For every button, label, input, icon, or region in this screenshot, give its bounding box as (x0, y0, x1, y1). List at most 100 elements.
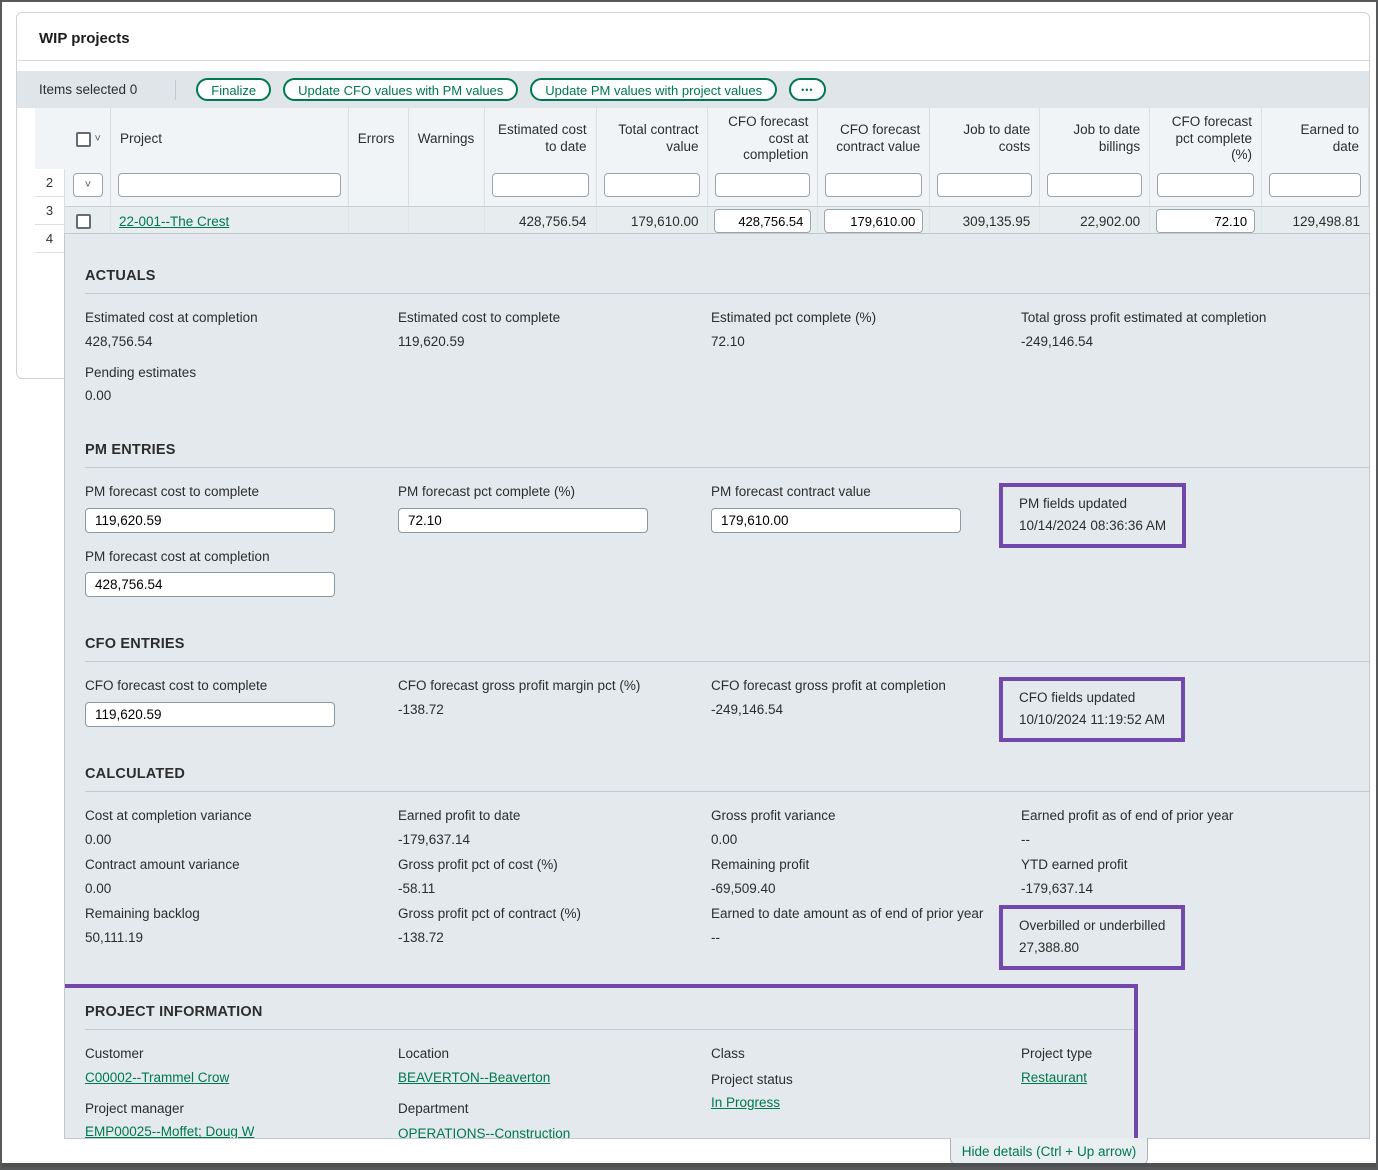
toolbar-divider (175, 80, 176, 100)
field-project-status: Project status In Progress (711, 1071, 1021, 1111)
cfo-cost-to-complete-input[interactable] (85, 702, 335, 727)
warnings-cell (409, 207, 485, 235)
more-actions-button[interactable]: ••• (789, 78, 825, 101)
section-actuals: ACTUALS Estimated cost at completion 428… (85, 234, 1369, 418)
section-title: PROJECT INFORMATION (85, 988, 1134, 1029)
customer-link[interactable]: C00002--Trammel Crow (85, 1070, 229, 1085)
location-link[interactable]: BEAVERTON--Beaverton (398, 1070, 550, 1085)
update-cfo-values-button[interactable]: Update CFO values with PM values (283, 78, 518, 101)
col-header-cfo-contract-value: CFO forecast contract value (818, 108, 930, 206)
update-pm-values-button[interactable]: Update PM values with project values (530, 78, 777, 101)
field-customer: Customer C00002--Trammel Crow (85, 1045, 398, 1085)
overbilled-underbilled-box: Overbilled or underbilled 27,388.80 (999, 905, 1185, 970)
section-title: CFO ENTRIES (85, 612, 1369, 661)
wip-projects-page: WIP projects Items selected 0 Finalize U… (0, 0, 1378, 1170)
filter-total-contract-input[interactable] (604, 173, 701, 197)
filter-project-input[interactable] (118, 173, 341, 197)
row-number: 4 (35, 225, 65, 253)
items-selected-label: Items selected 0 (39, 82, 137, 97)
cfo-cost-at-completion-input[interactable] (714, 209, 811, 233)
pm-fields-updated-value: 10/14/2024 08:36:36 AM (1019, 518, 1166, 533)
chevron-down-icon: ˅ (85, 180, 91, 190)
earned-to-date-cell: 129,498.81 (1262, 207, 1369, 235)
section-title: CALCULATED (85, 742, 1369, 791)
col-header-jtd-billings: Job to date billings (1040, 108, 1150, 206)
field-remaining-profit: Remaining profit -69,509.40 (711, 856, 1021, 905)
cfo-fields-updated-value: 10/10/2024 11:19:52 AM (1019, 712, 1165, 727)
field-location: Location BEAVERTON--Beaverton (398, 1045, 711, 1085)
field-cfo-cost-to-complete: CFO forecast cost to complete (85, 677, 398, 727)
pm-contract-value-input[interactable] (711, 508, 961, 533)
bottom-bar (2, 1163, 1376, 1167)
field-contract-amount-variance: Contract amount variance 0.00 (85, 856, 398, 905)
pm-fields-updated-box: PM fields updated 10/14/2024 08:36:36 AM (999, 483, 1186, 548)
filter-cfo-cost-input[interactable] (715, 173, 810, 197)
toolbar: Items selected 0 Finalize Update CFO val… (17, 71, 1369, 108)
col-header-cfo-pct-complete: CFO forecast pct complete (%) (1150, 108, 1262, 206)
section-project-information: PROJECT INFORMATION Customer C00002--Tra… (85, 988, 1134, 1139)
row-checkbox[interactable] (76, 214, 91, 229)
cfo-pct-complete-input[interactable] (1156, 209, 1255, 233)
field-earned-profit-to-date: Earned profit to date -179,637.14 (398, 807, 711, 856)
field-pending-estimates: Pending estimates 0.00 (85, 364, 398, 404)
select-all-checkbox[interactable] (76, 132, 91, 147)
col-header-select: ˅ ˅ (65, 108, 111, 206)
hide-details-tab[interactable]: Hide details (Ctrl + Up arrow) (950, 1138, 1148, 1166)
pm-cost-to-complete-input[interactable] (85, 508, 335, 533)
section-title: ACTUALS (85, 234, 1369, 293)
filter-earned-to-date-input[interactable] (1269, 173, 1361, 197)
project-information-box: PROJECT INFORMATION Customer C00002--Tra… (64, 984, 1138, 1139)
col-header-earned-to-date: Earned to date (1262, 108, 1369, 206)
errors-cell (349, 207, 409, 235)
section-title: PM ENTRIES (85, 418, 1369, 467)
row-number-column: 2 3 4 (35, 169, 65, 253)
field-gross-profit-pct-of-cost: Gross profit pct of cost (%) -58.11 (398, 856, 711, 905)
section-pm-entries: PM ENTRIES PM forecast cost to complete … (85, 418, 1369, 612)
pm-pct-complete-input[interactable] (398, 508, 648, 533)
filter-jtd-costs-input[interactable] (937, 173, 1032, 197)
jtd-billings-cell: 22,902.00 (1040, 207, 1150, 235)
project-manager-link[interactable]: EMP00025--Moffet; Doug W (85, 1124, 254, 1139)
jtd-costs-cell: 309,135.95 (930, 207, 1040, 235)
field-pm-contract-value: PM forecast contract value (711, 483, 1021, 533)
col-header-estimated-cost-to-date: Estimated cost to date (485, 108, 597, 206)
field-remaining-backlog: Remaining backlog 50,111.19 (85, 905, 398, 954)
filter-jtd-billings-input[interactable] (1047, 173, 1142, 197)
filter-menu-button[interactable]: ˅ (73, 173, 103, 197)
field-cfo-gross-profit-at-completion: CFO forecast gross profit at completion … (711, 677, 1021, 727)
finalize-button[interactable]: Finalize (196, 78, 271, 101)
field-pm-cost-at-completion: PM forecast cost at completion (85, 548, 398, 598)
field-estimated-cost-to-complete: Estimated cost to complete 119,620.59 (398, 309, 711, 349)
field-pm-cost-to-complete: PM forecast cost to complete (85, 483, 398, 533)
field-estimated-cost-at-completion: Estimated cost at completion 428,756.54 (85, 309, 398, 349)
filter-cfo-contract-input[interactable] (825, 173, 922, 197)
project-link[interactable]: 22-001--The Crest (119, 214, 229, 229)
col-header-errors: Errors (349, 108, 409, 206)
field-gross-profit-pct-of-contract: Gross profit pct of contract (%) -138.72 (398, 905, 711, 954)
field-ytd-earned-profit: YTD earned profit -179,637.14 (1021, 856, 1369, 905)
select-menu-chevron-icon[interactable]: ˅ (95, 134, 101, 144)
department-link[interactable]: OPERATIONS--Construction Operations (398, 1124, 583, 1139)
table-row: 1 22-001--The Crest 428,756.54 179,610.0… (35, 207, 1369, 235)
detail-panel: ACTUALS Estimated cost at completion 428… (64, 233, 1370, 1139)
cfo-fields-updated-box: CFO fields updated 10/10/2024 11:19:52 A… (999, 677, 1185, 742)
cfo-fields-updated-label: CFO fields updated (1019, 690, 1165, 705)
wip-grid: ˅ ˅ Project Errors Warnings (35, 108, 1369, 235)
field-pm-pct-complete: PM forecast pct complete (%) (398, 483, 711, 533)
filter-estimated-cost-input[interactable] (492, 173, 589, 197)
pm-fields-updated-label: PM fields updated (1019, 496, 1166, 511)
project-type-link[interactable]: Restaurant (1021, 1070, 1087, 1085)
col-header-total-contract-value: Total contract value (597, 108, 709, 206)
field-cfo-gross-profit-margin: CFO forecast gross profit margin pct (%)… (398, 677, 711, 727)
filter-cfo-pct-input[interactable] (1157, 173, 1254, 197)
field-project-type: Project type Restaurant (1021, 1045, 1134, 1085)
cfo-contract-value-input[interactable] (824, 209, 923, 233)
col-header-jtd-costs: Job to date costs (930, 108, 1040, 206)
section-calculated: CALCULATED Cost at completion variance 0… (85, 742, 1369, 970)
field-estimated-pct-complete: Estimated pct complete (%) 72.10 (711, 309, 1021, 349)
row-number: 2 (35, 169, 65, 197)
pm-cost-at-completion-input[interactable] (85, 572, 335, 597)
page-title: WIP projects (17, 13, 1369, 60)
col-header-warnings: Warnings (409, 108, 485, 206)
project-status-link[interactable]: In Progress (711, 1095, 780, 1110)
